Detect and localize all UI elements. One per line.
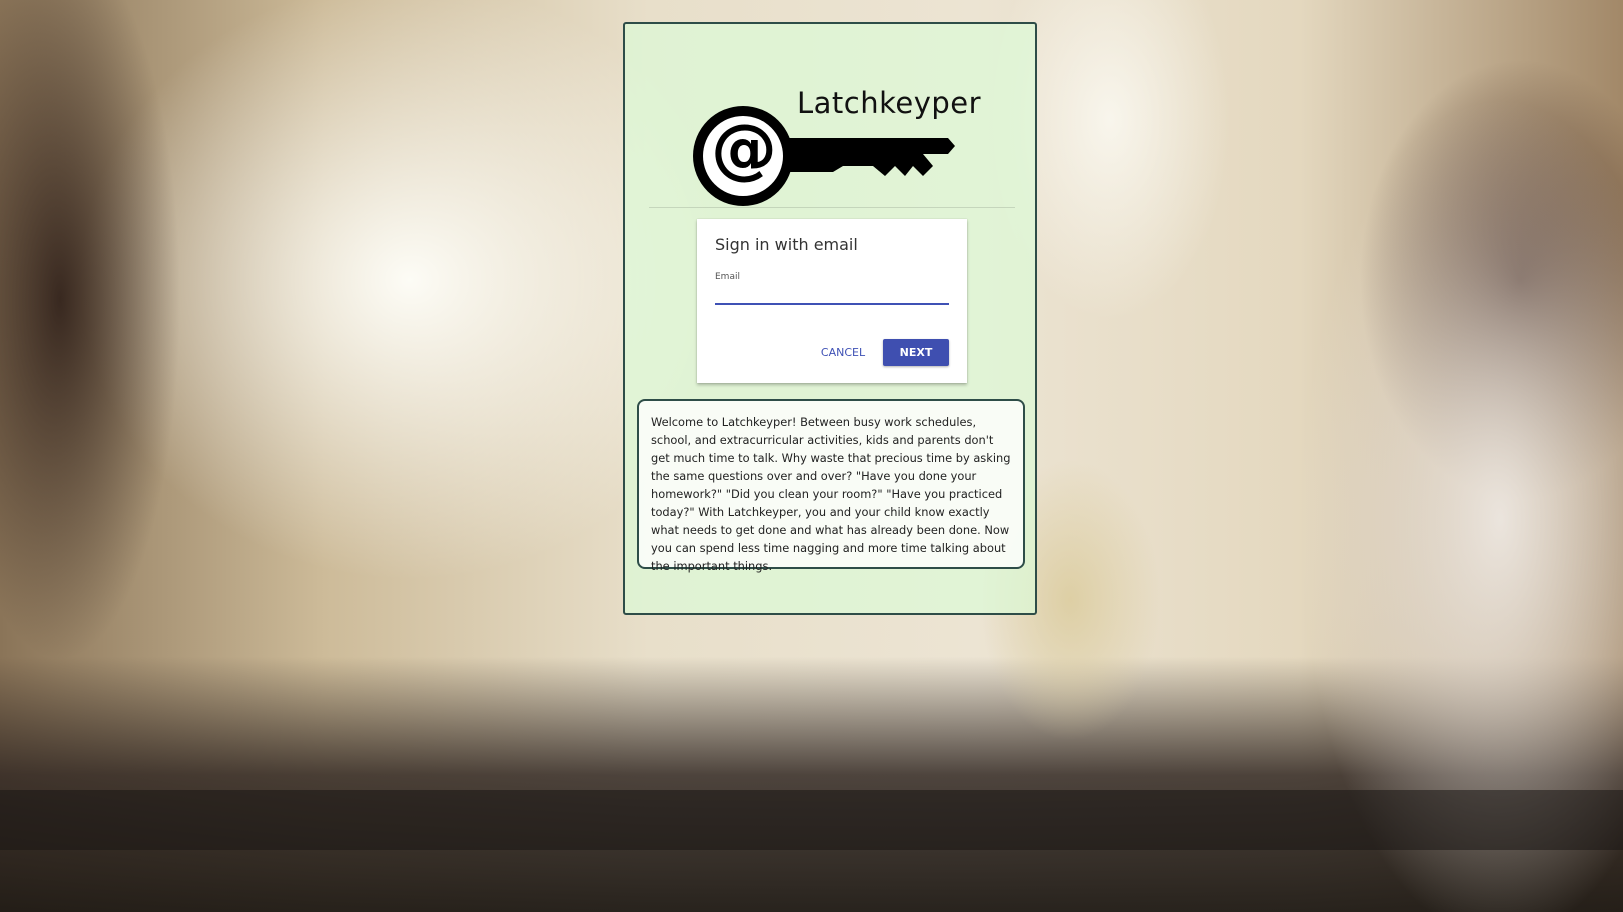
- login-panel: @ Latchkeyper Sign in with email Email C…: [623, 22, 1037, 615]
- signin-title: Sign in with email: [715, 235, 858, 254]
- email-label: Email: [715, 272, 740, 282]
- signin-card: Sign in with email Email CANCEL NEXT: [697, 219, 967, 383]
- welcome-text: Welcome to Latchkeyper! Between busy wor…: [651, 415, 1011, 573]
- welcome-box: Welcome to Latchkeyper! Between busy wor…: [637, 399, 1025, 573]
- brand-name: Latchkeyper: [797, 86, 982, 120]
- cancel-button[interactable]: CANCEL: [813, 339, 873, 365]
- background-counter: [0, 790, 1623, 850]
- divider: [649, 207, 1015, 208]
- at-glyph: @: [711, 110, 777, 187]
- email-field[interactable]: [715, 283, 949, 305]
- next-button[interactable]: NEXT: [883, 339, 949, 366]
